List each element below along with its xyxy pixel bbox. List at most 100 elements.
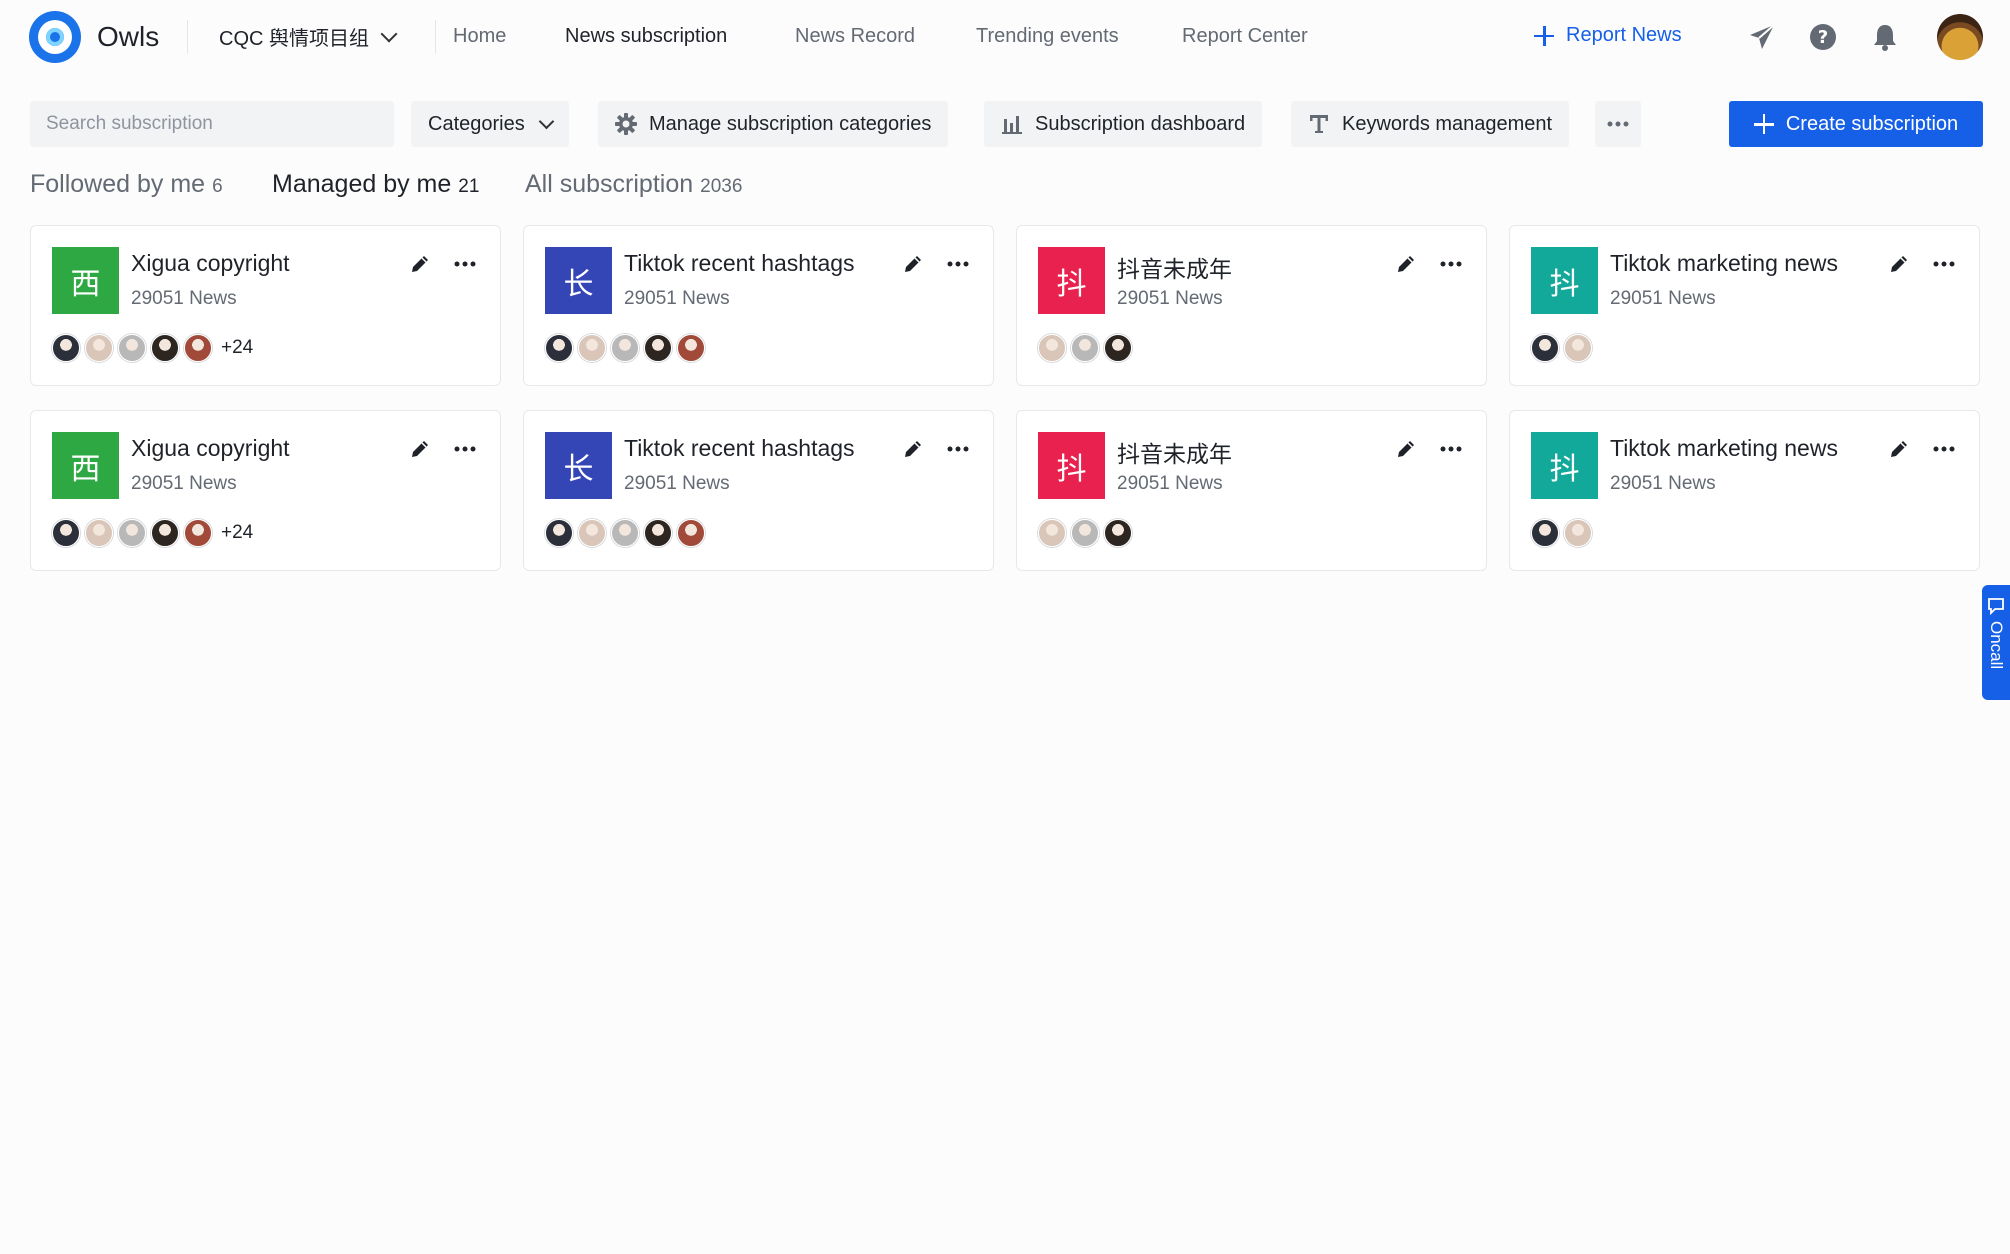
member-avatar (184, 519, 212, 547)
gear-icon (615, 113, 637, 135)
more-horizontal-icon (1607, 121, 1629, 127)
pencil-icon[interactable] (1394, 252, 1418, 276)
subscription-logo: 抖 (1038, 432, 1105, 499)
nav-trending-events[interactable]: Trending events (976, 25, 1119, 48)
more-horizontal-icon[interactable] (450, 252, 480, 276)
report-news-button[interactable]: Report News (1534, 24, 1682, 47)
subscription-news-count: 29051 News (624, 288, 730, 309)
member-avatars[interactable] (1531, 519, 1601, 547)
nav-news-subscription[interactable]: News subscription (565, 25, 727, 48)
member-avatar (611, 334, 639, 362)
member-avatar (1038, 334, 1066, 362)
more-horizontal-icon[interactable] (450, 437, 480, 461)
subscription-card[interactable]: 抖 Tiktok marketing news 29051 News (1509, 410, 1980, 571)
nav-report-center[interactable]: Report Center (1182, 25, 1308, 48)
keywords-label: Keywords management (1342, 112, 1553, 135)
member-avatars[interactable] (1531, 334, 1601, 362)
help-icon[interactable]: ? (1808, 22, 1838, 52)
member-avatars[interactable] (545, 519, 714, 547)
subscription-title[interactable]: 抖音未成年 (1117, 435, 1232, 469)
member-avatar (578, 519, 606, 547)
subscription-title[interactable]: Xigua copyright (131, 435, 290, 462)
subscription-title[interactable]: Tiktok marketing news (1610, 250, 1838, 277)
subscription-news-count: 29051 News (1610, 288, 1716, 309)
report-news-label: Report News (1566, 24, 1682, 46)
tab-label: All subscription (525, 170, 694, 198)
pencil-icon[interactable] (901, 252, 925, 276)
top-navigation-bar: Owls CQC 舆情项目组 Home News subscription Ne… (0, 0, 2010, 75)
more-horizontal-icon[interactable] (1436, 252, 1466, 276)
more-horizontal-icon[interactable] (943, 437, 973, 461)
pencil-icon[interactable] (408, 437, 432, 461)
chevron-down-icon (380, 25, 398, 42)
pencil-icon[interactable] (1887, 437, 1911, 461)
subscription-title[interactable]: Tiktok recent hashtags (624, 435, 855, 462)
divider (187, 20, 188, 54)
more-horizontal-icon[interactable] (1436, 437, 1466, 461)
more-horizontal-icon[interactable] (1929, 437, 1959, 461)
subscription-logo: 抖 (1038, 247, 1105, 314)
manage-categories-label: Manage subscription categories (649, 112, 932, 135)
subscription-title[interactable]: Tiktok recent hashtags (624, 250, 855, 277)
project-selector[interactable]: CQC 舆情项目组 (219, 22, 398, 51)
member-avatars[interactable]: +24 (52, 519, 253, 547)
subscription-news-count: 29051 News (624, 473, 730, 494)
subscription-title[interactable]: Xigua copyright (131, 250, 290, 277)
member-avatar (677, 334, 705, 362)
member-avatars[interactable] (1038, 334, 1141, 362)
categories-dropdown[interactable]: Categories (411, 101, 569, 147)
pencil-icon[interactable] (1394, 437, 1418, 461)
bell-icon[interactable] (1870, 22, 1900, 52)
member-avatar (578, 334, 606, 362)
dashboard-label: Subscription dashboard (1035, 112, 1246, 135)
more-horizontal-icon[interactable] (1929, 252, 1959, 276)
member-avatar (151, 334, 179, 362)
oncall-side-tab[interactable]: Oncall (1982, 585, 2010, 700)
subscription-card[interactable]: 长 Tiktok recent hashtags 29051 News (523, 410, 994, 571)
pencil-icon[interactable] (408, 252, 432, 276)
member-avatars[interactable]: +24 (52, 334, 253, 362)
more-horizontal-icon[interactable] (943, 252, 973, 276)
subscription-title[interactable]: Tiktok marketing news (1610, 435, 1838, 462)
subscription-logo: 长 (545, 247, 612, 314)
tab-all-subscription[interactable]: All subscription 2036 (525, 170, 742, 199)
member-avatar (184, 334, 212, 362)
manage-categories-button[interactable]: Manage subscription categories (598, 101, 949, 147)
member-avatar (644, 334, 672, 362)
pencil-icon[interactable] (1887, 252, 1911, 276)
tab-count: 21 (458, 176, 480, 197)
member-avatar (1531, 334, 1559, 362)
tab-managed-by-me[interactable]: Managed by me 21 (272, 170, 479, 199)
member-avatar (1564, 334, 1592, 362)
nav-news-record[interactable]: News Record (795, 25, 915, 48)
subscription-logo: 西 (52, 432, 119, 499)
subscription-card[interactable]: 长 Tiktok recent hashtags 29051 News (523, 225, 994, 386)
subscription-news-count: 29051 News (1117, 288, 1223, 309)
member-avatar (1071, 519, 1099, 547)
tab-followed-by-me[interactable]: Followed by me 6 (30, 170, 223, 199)
nav-home[interactable]: Home (453, 25, 506, 48)
keywords-management-button[interactable]: Keywords management (1291, 101, 1570, 147)
create-subscription-button[interactable]: Create subscription (1729, 101, 1983, 147)
more-members-count: +24 (221, 522, 254, 543)
more-options-button[interactable] (1595, 101, 1641, 147)
subscription-card[interactable]: 抖 抖音未成年 29051 News (1016, 410, 1487, 571)
tab-label: Followed by me (30, 170, 206, 198)
subscription-title[interactable]: 抖音未成年 (1117, 250, 1232, 284)
pencil-icon[interactable] (901, 437, 925, 461)
send-icon[interactable] (1747, 22, 1777, 52)
subscription-card[interactable]: 西 Xigua copyright 29051 News +24 (30, 225, 501, 386)
chat-icon (1988, 598, 2004, 615)
subscription-card[interactable]: 抖 抖音未成年 29051 News (1016, 225, 1487, 386)
user-avatar[interactable] (1937, 14, 1983, 60)
member-avatar (545, 519, 573, 547)
member-avatar (52, 334, 80, 362)
subscription-card[interactable]: 抖 Tiktok marketing news 29051 News (1509, 225, 1980, 386)
member-avatars[interactable] (545, 334, 714, 362)
brand[interactable]: Owls (29, 11, 159, 63)
tab-count: 6 (212, 176, 223, 197)
subscription-dashboard-button[interactable]: Subscription dashboard (984, 101, 1263, 147)
subscription-card[interactable]: 西 Xigua copyright 29051 News +24 (30, 410, 501, 571)
member-avatars[interactable] (1038, 519, 1141, 547)
search-input[interactable] (30, 101, 394, 147)
